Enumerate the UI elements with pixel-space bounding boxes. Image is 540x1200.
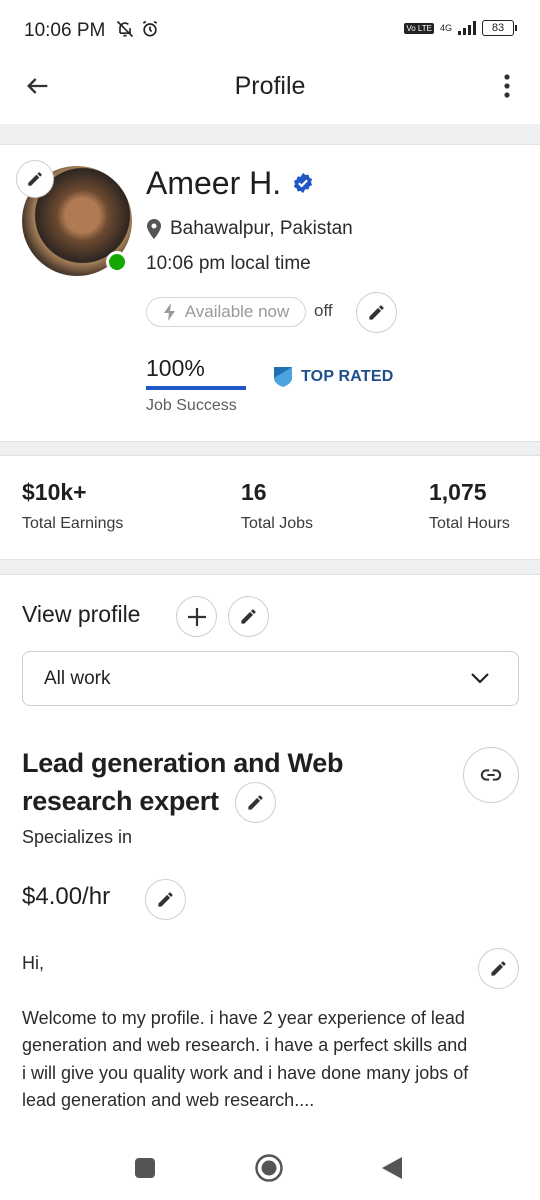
status-icons: Vo LTE 4G 83 — [404, 20, 517, 36]
local-time: 10:06 pm local time — [146, 253, 311, 274]
network-type: 4G — [439, 23, 452, 33]
home-button[interactable] — [254, 1153, 284, 1188]
profile-select-value: All work — [44, 668, 111, 689]
top-rated-badge: TOP RATED — [273, 366, 393, 388]
lightning-icon — [163, 303, 175, 321]
pencil-icon — [248, 795, 263, 810]
availability-label: Available now — [184, 302, 290, 321]
stat-earnings: $10k+ Total Earnings — [22, 479, 123, 533]
profile-select[interactable]: All work — [22, 651, 519, 706]
home-circle-icon — [255, 1154, 283, 1182]
profile-headline: Lead generation and Web research expert — [22, 748, 344, 816]
alarm-icon — [140, 19, 160, 45]
location: Bahawalpur, Pakistan — [146, 218, 353, 240]
pencil-icon — [28, 172, 42, 186]
edit-rate-button[interactable] — [145, 879, 186, 920]
stat-label: Total Hours — [429, 515, 510, 532]
location-pin-icon — [147, 219, 161, 239]
add-profile-button[interactable] — [176, 596, 217, 637]
job-success-bar — [146, 386, 246, 390]
square-icon — [135, 1158, 155, 1178]
plus-icon — [187, 607, 206, 626]
stat-jobs: 16 Total Jobs — [241, 479, 313, 533]
pencil-icon — [491, 961, 506, 976]
overview-body: Welcome to my profile. i have 2 year exp… — [22, 1007, 469, 1111]
copy-link-button[interactable] — [463, 747, 519, 803]
stat-value: 1,075 — [429, 479, 487, 505]
edit-profiles-button[interactable] — [228, 596, 269, 637]
stat-label: Total Earnings — [22, 515, 124, 532]
top-rated-shield-icon — [274, 367, 292, 387]
triangle-back-icon — [382, 1157, 402, 1179]
edit-photo-button[interactable] — [16, 160, 54, 198]
link-icon — [480, 769, 502, 781]
pencil-icon — [158, 892, 173, 907]
verified-badge-icon — [293, 172, 313, 194]
more-vertical-icon — [504, 74, 510, 98]
overview-text: Hi, Welcome to my profile. i have 2 year… — [22, 950, 472, 1115]
edit-overview-button[interactable] — [478, 948, 519, 989]
edit-availability-button[interactable] — [356, 292, 397, 333]
signal-icon — [458, 21, 476, 35]
chevron-down-icon — [471, 673, 489, 684]
top-rated-label: TOP RATED — [301, 368, 394, 385]
profile-name: Ameer H. — [146, 165, 282, 201]
recents-button[interactable] — [134, 1157, 156, 1184]
mute-bell-icon — [115, 19, 135, 45]
overview-greeting: Hi, — [22, 953, 44, 973]
pencil-icon — [241, 609, 256, 624]
stat-value: $10k+ — [22, 479, 87, 505]
job-success-label: Job Success — [146, 397, 237, 414]
location-text: Bahawalpur, Pakistan — [170, 218, 353, 239]
stat-hours: 1,075 Total Hours — [429, 479, 510, 533]
volte-icon: Vo LTE — [404, 22, 434, 34]
page-title: Profile — [234, 72, 306, 100]
back-nav-button[interactable] — [380, 1155, 404, 1186]
job-success-value: 100% — [146, 355, 205, 381]
more-menu-button[interactable] — [495, 72, 519, 105]
specializes-label: Specializes in — [22, 827, 133, 847]
status-time: 10:06 PM — [24, 19, 160, 45]
availability-state: off — [314, 301, 333, 320]
pencil-icon — [369, 305, 384, 320]
view-profile-heading: View profile — [22, 601, 141, 627]
online-status-dot — [106, 251, 128, 273]
availability-toggle[interactable]: Available now — [146, 297, 306, 327]
stat-label: Total Jobs — [241, 515, 314, 532]
edit-headline-button[interactable] — [235, 782, 276, 823]
battery-icon: 83 — [482, 20, 517, 36]
stat-value: 16 — [241, 479, 267, 505]
hourly-rate: $4.00/hr — [22, 883, 111, 910]
